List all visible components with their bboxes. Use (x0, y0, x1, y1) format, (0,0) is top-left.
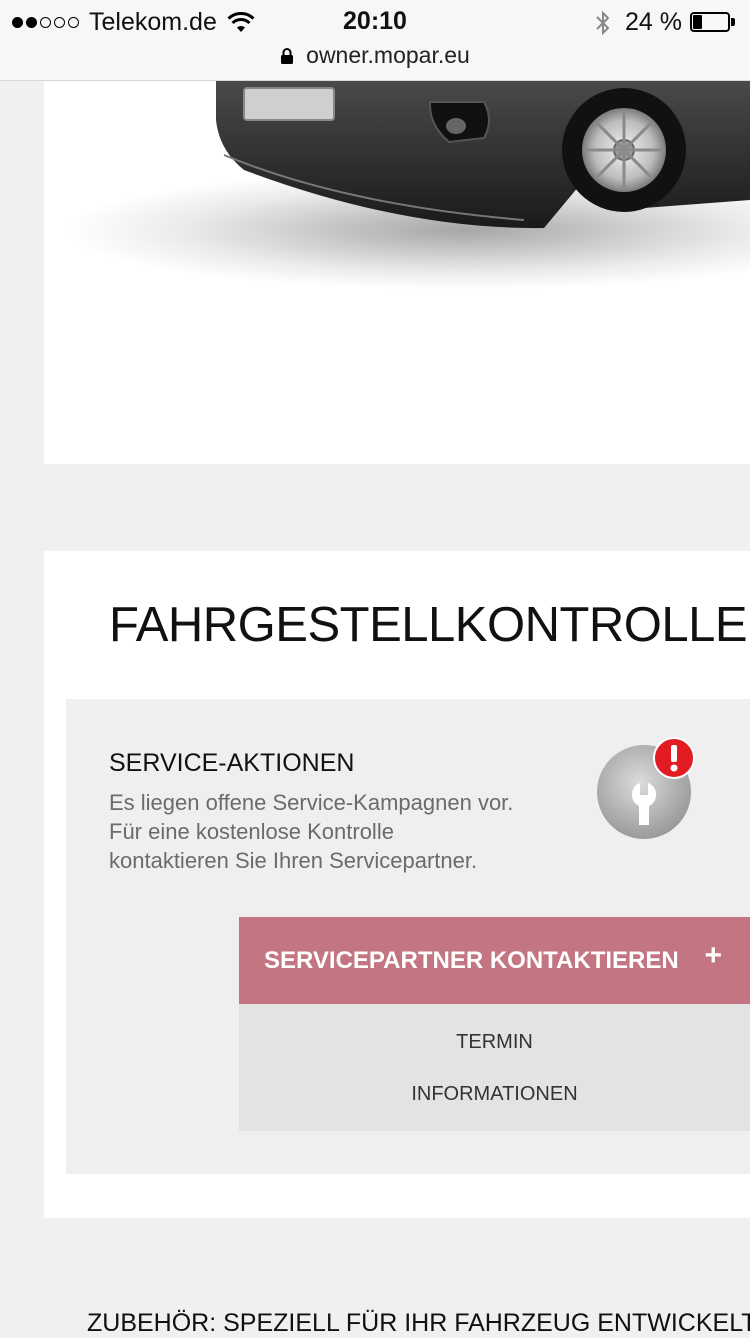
plus-icon: + (704, 939, 722, 972)
battery-percent: 24 % (625, 8, 682, 36)
service-actions-description: Es liegen offene Service-Kampagnen vor. … (109, 788, 579, 875)
vehicle-image (64, 80, 750, 290)
description-line: Es liegen offene Service-Kampagnen vor. (109, 790, 514, 815)
bluetooth-icon (596, 10, 610, 35)
address-bar[interactable]: owner.mopar.eu (0, 42, 750, 69)
battery-icon (690, 11, 736, 34)
lock-icon (281, 47, 294, 64)
description-line: Für eine kostenlose Kontrolle (109, 819, 394, 844)
url-text[interactable]: owner.mopar.eu (306, 42, 470, 69)
status-bar: Telekom.de 20:10 24 % owner.mopar.eu (0, 0, 750, 81)
contact-service-partner-button[interactable]: SERVICEPARTNER KONTAKTIEREN + (239, 917, 750, 1004)
contact-options: TERMIN INFORMATIONEN (239, 1004, 750, 1131)
cta-label: SERVICEPARTNER KONTAKTIEREN (264, 946, 679, 974)
option-appointment[interactable]: TERMIN (239, 1031, 750, 1054)
chassis-check-card: FAHRGESTELLKONTROLLE SERVICE-AKTIONEN Es… (44, 551, 750, 1218)
wrench-alert-icon (597, 737, 695, 839)
section-title: FAHRGESTELLKONTROLLE (109, 598, 748, 652)
description-line: kontaktieren Sie Ihren Servicepartner. (109, 848, 478, 873)
option-information[interactable]: INFORMATIONEN (239, 1083, 750, 1106)
status-right: 24 % (595, 8, 736, 37)
service-actions-panel: SERVICE-AKTIONEN Es liegen offene Servic… (66, 699, 750, 1174)
vehicle-image-card (44, 80, 750, 464)
service-actions-heading: SERVICE-AKTIONEN (109, 749, 355, 777)
